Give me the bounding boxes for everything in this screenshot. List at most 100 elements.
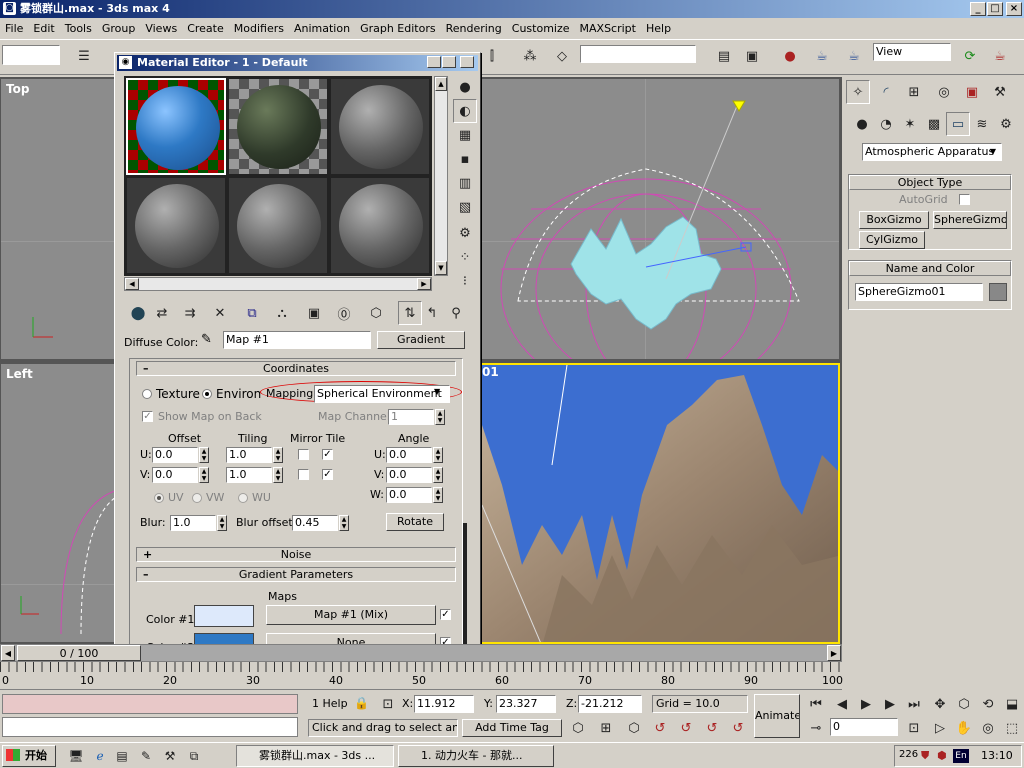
schematic-view-icon[interactable]: ▣ bbox=[740, 44, 764, 68]
uv-tiling-icon[interactable]: ▪ bbox=[453, 147, 477, 171]
taskbar-task-player[interactable]: 1. 动力火车 - 那就... bbox=[398, 745, 554, 767]
material-effects-icon[interactable]: ▣ bbox=[302, 301, 326, 325]
space-warps-icon[interactable]: ≋ bbox=[970, 112, 994, 136]
percent-snap-icon[interactable]: ↺ bbox=[674, 716, 698, 740]
snap-toggle-icon[interactable]: ⊞ bbox=[594, 716, 618, 740]
menu-animation[interactable]: Animation bbox=[289, 19, 355, 38]
z-coord-field[interactable]: -21.212 bbox=[578, 695, 642, 713]
material-editor-icon[interactable]: ● bbox=[778, 44, 802, 68]
eyedropper-icon[interactable]: ✎ bbox=[201, 332, 212, 347]
pan-icon[interactable]: ✥ bbox=[928, 692, 952, 716]
maxscript-listener-mini[interactable] bbox=[2, 694, 298, 714]
align-icon[interactable]: ◇ bbox=[550, 44, 574, 68]
menu-maxscript[interactable]: MAXScript bbox=[575, 19, 641, 38]
active-shade-icon[interactable]: ☕ bbox=[988, 44, 1012, 68]
maximize-viewport-icon[interactable]: ⬚ bbox=[1000, 716, 1024, 740]
render-type-dropdown[interactable]: View bbox=[873, 43, 951, 61]
v-offset-field[interactable]: 0.0 bbox=[152, 467, 198, 483]
quick-render-icon[interactable]: ☕ bbox=[842, 44, 866, 68]
orbit-icon[interactable]: ◎ bbox=[976, 716, 1000, 740]
add-time-tag-button[interactable]: Add Time Tag bbox=[462, 719, 562, 737]
blur-field[interactable]: 1.0 bbox=[170, 515, 216, 531]
show-end-result-icon[interactable]: ⬡ bbox=[364, 301, 388, 325]
sample-slot-5[interactable] bbox=[228, 177, 328, 274]
blur-spinner[interactable]: ▲ ▼ bbox=[217, 515, 227, 531]
scroll-left-icon[interactable]: ◀ bbox=[125, 278, 139, 290]
blur-offset-field[interactable]: 0.45 bbox=[292, 515, 338, 531]
viewport-perspective[interactable]: 01 bbox=[480, 363, 840, 644]
spinner-snap-icon[interactable]: ↺ bbox=[700, 716, 724, 740]
mapping-dropdown[interactable]: Spherical Environment bbox=[314, 385, 450, 403]
make-unique-icon[interactable]: ⧉ bbox=[240, 301, 264, 325]
vw-radio[interactable] bbox=[192, 493, 202, 503]
chevron-down-icon[interactable]: ▼ bbox=[986, 145, 1000, 159]
assign-to-selection-icon[interactable]: ⇉ bbox=[178, 301, 202, 325]
slots-hscrollbar[interactable]: ◀ ▶ bbox=[124, 277, 432, 291]
previous-frame-icon[interactable]: ◀ bbox=[830, 692, 854, 716]
taskbar-task-3dsmax[interactable]: 雾锁群山.max - 3ds ... bbox=[236, 745, 394, 767]
track-view-icon[interactable]: ▤ bbox=[712, 44, 736, 68]
menu-help[interactable]: Help bbox=[641, 19, 676, 38]
go-forward-sibling-icon[interactable]: ↰ bbox=[420, 301, 444, 325]
material-editor-title[interactable]: Material Editor - 1 - Default bbox=[117, 55, 478, 71]
spheregizmo-button[interactable]: SphereGizmo bbox=[933, 211, 1007, 229]
sample-slot-4[interactable] bbox=[126, 177, 226, 274]
go-to-start-icon[interactable]: ⏮ bbox=[804, 692, 828, 716]
blur-offset-spinner[interactable]: ▲ ▼ bbox=[339, 515, 349, 531]
geometry-icon[interactable]: ● bbox=[850, 112, 874, 136]
menu-edit[interactable]: Edit bbox=[28, 19, 59, 38]
time-slider[interactable]: ◀ 0 / 100 ▶ bbox=[0, 644, 842, 662]
v-offset-spinner[interactable]: ▲ ▼ bbox=[199, 467, 209, 483]
rollout-scrollbar[interactable] bbox=[463, 523, 467, 653]
maxscript-input-mini[interactable] bbox=[2, 717, 298, 737]
arc-rotate-icon[interactable]: ⟲ bbox=[976, 692, 1000, 716]
current-frame-field[interactable]: 0 bbox=[830, 718, 898, 736]
show-map-back-checkbox[interactable]: ✓ bbox=[142, 411, 153, 422]
named-selection-dropdown[interactable] bbox=[580, 45, 696, 63]
me-minimize-button[interactable] bbox=[427, 56, 441, 68]
tray-counter[interactable]: 226 bbox=[899, 749, 918, 760]
scroll-up-icon[interactable]: ▲ bbox=[435, 77, 447, 91]
shield-icon[interactable]: ⛊ bbox=[921, 749, 929, 763]
systems-icon[interactable]: ⚙ bbox=[994, 112, 1018, 136]
uv-radio[interactable] bbox=[154, 493, 164, 503]
shapes-icon[interactable]: ◔ bbox=[874, 112, 898, 136]
modify-tab-icon[interactable]: ◜ bbox=[874, 80, 898, 104]
menu-modifiers[interactable]: Modifiers bbox=[229, 19, 289, 38]
material-navigator-icon[interactable]: ⁝ bbox=[453, 269, 477, 293]
select-by-material-icon[interactable]: ⁘ bbox=[453, 245, 477, 269]
mirror-icon[interactable]: ⫿ bbox=[480, 44, 504, 68]
texture-radio[interactable] bbox=[142, 389, 152, 399]
map-name-field[interactable]: Map #1 bbox=[223, 331, 371, 349]
menu-file[interactable]: File bbox=[0, 19, 28, 38]
rotate-button[interactable]: Rotate bbox=[386, 513, 444, 531]
display-tab-icon[interactable]: ▣ bbox=[960, 80, 984, 104]
utilities-tab-icon[interactable]: ⚒ bbox=[988, 80, 1012, 104]
object-type-header[interactable]: Object Type bbox=[849, 175, 1011, 190]
video-color-check-icon[interactable]: ▥ bbox=[453, 171, 477, 195]
coordinates-header[interactable]: – Coordinates bbox=[136, 361, 456, 376]
v-angle-spinner[interactable]: ▲ ▼ bbox=[433, 467, 443, 483]
create-tab-icon[interactable]: ✧ bbox=[846, 80, 870, 104]
zoom-extents-icon[interactable]: ⬡ bbox=[952, 692, 976, 716]
sample-slot-2[interactable] bbox=[228, 78, 328, 175]
v-tiling-spinner[interactable]: ▲ ▼ bbox=[273, 467, 283, 483]
environ-radio[interactable] bbox=[202, 389, 212, 399]
scroll-right-icon[interactable]: ▶ bbox=[417, 278, 431, 290]
lights-icon[interactable]: ✶ bbox=[898, 112, 922, 136]
autogrid-checkbox[interactable] bbox=[959, 194, 970, 205]
sample-slot-6[interactable] bbox=[330, 177, 430, 274]
degradation-override-icon[interactable]: ⬡ bbox=[566, 716, 590, 740]
select-by-name-icon[interactable]: ☰ bbox=[72, 44, 96, 68]
menu-tools[interactable]: Tools bbox=[60, 19, 97, 38]
time-config-icon[interactable]: ⊡ bbox=[902, 716, 926, 740]
map-type-button[interactable]: Gradient bbox=[377, 331, 465, 349]
chevron-down-icon[interactable]: ▼ bbox=[434, 387, 440, 396]
viewport-front[interactable] bbox=[420, 78, 840, 360]
animate-button[interactable]: Animate bbox=[754, 694, 800, 738]
wu-radio[interactable] bbox=[238, 493, 248, 503]
helpers-icon[interactable]: ▭ bbox=[946, 112, 970, 136]
u-tile-checkbox[interactable]: ✓ bbox=[322, 449, 333, 460]
play-icon[interactable]: ▶ bbox=[854, 692, 878, 716]
sample-type-icon[interactable]: ● bbox=[453, 75, 477, 99]
